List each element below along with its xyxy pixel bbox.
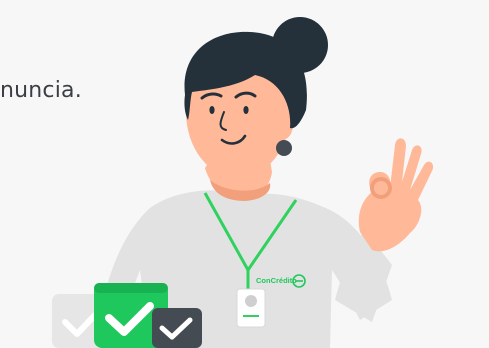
agent-head [184,17,328,178]
shirt-logo-text: ConCrédito [256,276,297,285]
support-agent-illustration: ConCrédito [0,0,489,348]
id-badge [236,288,266,328]
checkmark-dark-icon [152,308,202,348]
earring-icon [276,140,292,156]
